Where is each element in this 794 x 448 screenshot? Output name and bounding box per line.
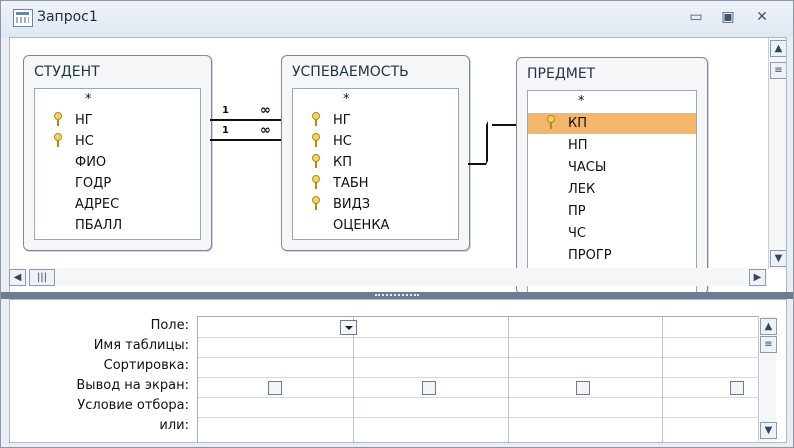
table-performance[interactable]: УСПЕВАЕМОСТЬ * НГ НС КП ТАБН ВИДЗ ОЦЕНКА — [281, 55, 470, 251]
field-item[interactable]: * — [35, 89, 200, 110]
row-label-show: Вывод на экран: — [76, 378, 189, 393]
show-checkbox[interactable] — [730, 381, 744, 395]
table-title: СТУДЕНТ — [34, 64, 100, 80]
key-icon — [546, 115, 555, 129]
field-item[interactable]: КП — [293, 152, 458, 173]
field-item[interactable]: НГ — [293, 110, 458, 131]
key-icon — [311, 175, 320, 189]
maximize-button[interactable]: ▣ — [713, 7, 743, 27]
field-item[interactable]: ФИО — [35, 152, 200, 173]
row-label-sort: Сортировка: — [103, 358, 189, 373]
field-item[interactable]: ГОДР — [35, 173, 200, 194]
key-icon — [311, 133, 320, 147]
field-item[interactable]: * — [293, 89, 458, 110]
row-label-or: или: — [159, 418, 189, 433]
field-item[interactable]: ПР — [528, 201, 696, 222]
field-dropdown-icon[interactable] — [340, 320, 357, 335]
query-design-grid[interactable] — [197, 316, 776, 442]
show-checkbox[interactable] — [576, 381, 590, 395]
selected-field-item[interactable]: КП — [528, 113, 696, 134]
query-icon — [13, 9, 33, 27]
field-item[interactable]: НС — [293, 131, 458, 152]
field-item[interactable]: * — [528, 91, 696, 112]
table-title: УСПЕВАЕМОСТЬ — [292, 64, 409, 80]
window-title: Запрос1 — [37, 9, 98, 25]
title-bar[interactable]: Запрос1 ▭ ▣ ✕ — [1, 1, 793, 37]
grid-scroll-thumb[interactable]: ≡ — [760, 336, 777, 353]
field-item[interactable]: НГ — [35, 110, 200, 131]
horizontal-scroll-thumb[interactable]: ||| — [29, 269, 55, 286]
table-title: ПРЕДМЕТ — [527, 66, 596, 82]
field-list[interactable]: * НГ НС КП ТАБН ВИДЗ ОЦЕНКА — [292, 88, 459, 240]
query-design-pane[interactable]: СТУДЕНТ * НГ НС ФИО ГОДР АДРЕС ПБАЛЛ УСП… — [9, 37, 787, 294]
row-label-table: Имя таблицы: — [93, 338, 189, 353]
relationship-line[interactable] — [492, 124, 516, 126]
relationship-line[interactable] — [210, 139, 281, 141]
scroll-thumb[interactable]: ≡ — [770, 62, 786, 79]
field-list[interactable]: * КП НП ЧАСЫ ЛЕК ПР ЧС ПРОГР — [527, 90, 697, 293]
row-label-field: Поле: — [150, 318, 189, 333]
field-item[interactable]: ТАБН — [293, 173, 458, 194]
field-item[interactable]: ЧС — [528, 223, 696, 244]
field-item[interactable]: НС — [35, 131, 200, 152]
field-item[interactable]: ПРОГР — [528, 245, 696, 266]
design-horizontal-scrollbar[interactable]: ◀ ||| ▶ — [9, 268, 767, 286]
key-icon — [311, 154, 320, 168]
relationship-line[interactable] — [210, 119, 281, 121]
field-item[interactable]: АДРЕС — [35, 194, 200, 215]
show-checkbox[interactable] — [268, 381, 282, 395]
scroll-up-icon[interactable]: ▲ — [760, 318, 777, 335]
key-icon — [311, 196, 320, 210]
show-checkbox[interactable] — [422, 381, 436, 395]
table-subject[interactable]: ПРЕДМЕТ * КП НП ЧАСЫ ЛЕК ПР ЧС ПРОГР — [516, 57, 708, 293]
query-grid-pane[interactable]: Поле: Имя таблицы: Сортировка: Вывод на … — [9, 299, 787, 443]
relationship-one-label: 1 — [222, 125, 229, 136]
query-window: Запрос1 ▭ ▣ ✕ СТУДЕНТ * НГ НС ФИО ГОДР А… — [0, 0, 794, 448]
field-item[interactable]: ОЦЕНКА — [293, 215, 458, 236]
relationship-line[interactable] — [486, 120, 488, 165]
relationship-many-label: ∞ — [260, 123, 271, 138]
scroll-up-icon[interactable]: ▲ — [770, 40, 786, 57]
close-button[interactable]: ✕ — [747, 7, 777, 27]
pane-splitter[interactable] — [1, 292, 793, 299]
scroll-down-icon[interactable]: ▼ — [770, 250, 786, 267]
field-item[interactable]: НП — [528, 135, 696, 156]
relationship-one-label: 1 — [222, 105, 229, 116]
key-icon — [311, 112, 320, 126]
grid-vertical-scrollbar[interactable]: ▲ ≡ ▼ — [758, 316, 777, 441]
relationship-many-label: ∞ — [260, 103, 271, 118]
relationship-line[interactable] — [468, 163, 486, 165]
row-label-criteria: Условие отбора: — [77, 398, 189, 413]
key-icon — [53, 133, 62, 147]
table-student[interactable]: СТУДЕНТ * НГ НС ФИО ГОДР АДРЕС ПБАЛЛ — [23, 55, 212, 251]
key-icon — [53, 112, 62, 126]
field-item[interactable]: ЧАСЫ — [528, 157, 696, 178]
minimize-button[interactable]: ▭ — [681, 7, 711, 27]
field-item[interactable]: ПБАЛЛ — [35, 215, 200, 236]
design-vertical-scrollbar[interactable]: ▲ ≡ ▼ — [768, 38, 786, 269]
scroll-down-icon[interactable]: ▼ — [760, 422, 777, 439]
scroll-right-icon[interactable]: ▶ — [749, 269, 766, 286]
scroll-left-icon[interactable]: ◀ — [9, 269, 26, 286]
field-item[interactable]: ЛЕК — [528, 179, 696, 200]
field-item[interactable]: ВИДЗ — [293, 194, 458, 215]
field-list[interactable]: * НГ НС ФИО ГОДР АДРЕС ПБАЛЛ — [34, 88, 201, 240]
